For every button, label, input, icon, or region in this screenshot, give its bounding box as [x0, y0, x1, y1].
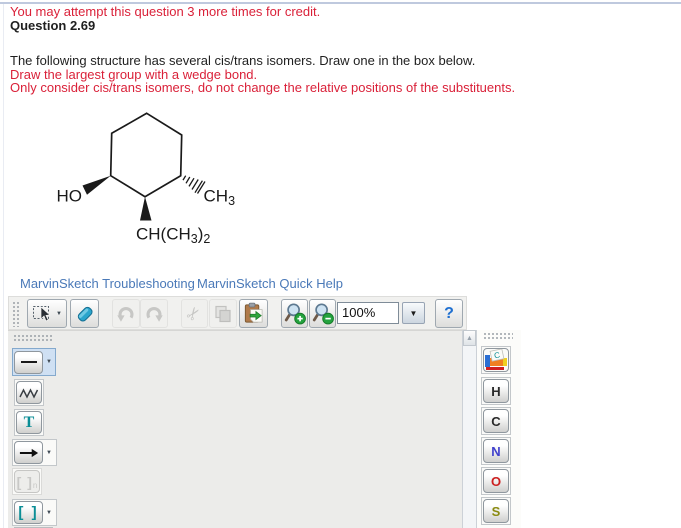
zoom-dropdown-icon: ▼	[409, 308, 418, 318]
bond-tool-button[interactable]: ▼	[12, 348, 56, 376]
zoom-dropdown-button[interactable]: ▼	[402, 302, 425, 324]
paste-icon	[244, 302, 263, 323]
element-o-label: O	[490, 473, 502, 489]
element-button-n[interactable]: N	[481, 437, 511, 465]
element-s-label: S	[491, 503, 501, 519]
chain-icon	[19, 387, 39, 399]
arrow-dropdown-icon[interactable]: ▼	[46, 450, 52, 456]
eraser-button[interactable]	[70, 299, 99, 328]
atom-palette: C H C N O S	[477, 330, 521, 528]
drawing-canvas[interactable]: ▼ T ▼ [] n [] ▼	[8, 330, 462, 528]
help-button[interactable]: ?	[435, 299, 463, 328]
bracket-tool-button[interactable]: [ ] ▼	[12, 499, 57, 526]
bracket-tool-icon: [ ]	[18, 504, 39, 521]
hash-bond-ch3	[182, 175, 206, 194]
group-sub-n: n	[32, 481, 38, 490]
copy-icon	[215, 305, 231, 322]
ch3-label: CH3	[204, 187, 236, 209]
bracket-dropdown-icon[interactable]: ▼	[46, 510, 52, 516]
selection-dropdown-icon[interactable]: ▼	[56, 311, 62, 317]
paste-button[interactable]	[239, 299, 268, 328]
element-button-s[interactable]: S	[481, 497, 511, 525]
element-button-c[interactable]: C	[481, 407, 511, 435]
question-page: You may attempt this question 3 more tim…	[0, 0, 681, 528]
cyclohexane-ring	[109, 112, 183, 198]
group-tool-button[interactable]: [ ] n	[12, 468, 42, 495]
scissors-icon: ✂	[182, 301, 206, 325]
eraser-icon	[77, 306, 93, 322]
redo-button[interactable]	[140, 299, 168, 328]
bond-dropdown-icon[interactable]: ▼	[46, 359, 52, 365]
structure-image: HO CH3 CH(CH3)2	[57, 112, 236, 247]
undo-button[interactable]	[112, 299, 140, 328]
toolbar-drag-handle[interactable]	[12, 301, 21, 327]
text-tool-button[interactable]: T	[14, 409, 44, 436]
copy-button[interactable]	[209, 299, 237, 328]
isopropyl-label: CH(CH3)2	[136, 225, 210, 247]
single-bond-icon	[20, 361, 37, 363]
link-quick-help[interactable]: MarvinSketch Quick Help	[197, 276, 343, 291]
element-c-label: C	[491, 413, 501, 429]
periodic-table-button[interactable]: C	[481, 346, 511, 374]
redo-icon	[146, 306, 163, 322]
zoom-level-input[interactable]: 100%	[337, 302, 399, 324]
undo-icon	[117, 306, 134, 322]
canvas-vertical-scrollbar[interactable]: ▲	[462, 330, 477, 528]
element-button-o[interactable]: O	[481, 467, 511, 495]
element-button-h[interactable]: H	[481, 377, 511, 405]
text-tool-icon: T	[23, 413, 35, 431]
element-h-label: H	[491, 383, 501, 399]
left-border	[3, 4, 4, 528]
marvinsketch-toolbar: ▼ ✂ 100% ▼ ?	[8, 296, 467, 330]
attempt-notice: You may attempt this question 3 more tim…	[10, 4, 321, 19]
wedge-bond-isopropyl	[140, 196, 152, 221]
zoom-in-button[interactable]	[281, 299, 308, 328]
scroll-up-button[interactable]: ▲	[463, 330, 476, 346]
help-icon: ?	[444, 304, 454, 322]
selection-marquee-icon	[33, 305, 51, 321]
periodic-table-icon: C	[485, 349, 507, 370]
right-palette-drag-handle[interactable]	[483, 332, 513, 340]
question-title: Question 2.69	[10, 18, 96, 33]
group-brackets-icon: [ ]	[16, 473, 33, 490]
ho-label: HO	[57, 187, 83, 206]
wedge-bond-oh	[82, 175, 111, 195]
hint-cis-trans: Only consider cis/trans isomers, do not …	[10, 80, 516, 95]
selection-tool-button[interactable]: ▼	[27, 299, 67, 328]
scroll-up-icon: ▲	[466, 334, 473, 342]
zoom-in-icon	[284, 302, 306, 324]
cut-button[interactable]: ✂	[181, 299, 208, 328]
arrow-tool-button[interactable]: ▼	[12, 439, 57, 466]
zoom-out-icon	[312, 302, 334, 324]
reaction-arrow-icon	[19, 448, 38, 457]
element-n-label: N	[491, 443, 501, 459]
left-palette-drag-handle[interactable]	[13, 334, 53, 342]
chain-tool-button[interactable]	[14, 379, 44, 406]
instruction-text: The following structure has several cis/…	[10, 53, 476, 68]
zoom-out-button[interactable]	[309, 299, 336, 328]
link-troubleshooting[interactable]: MarvinSketch Troubleshooting	[20, 276, 195, 291]
